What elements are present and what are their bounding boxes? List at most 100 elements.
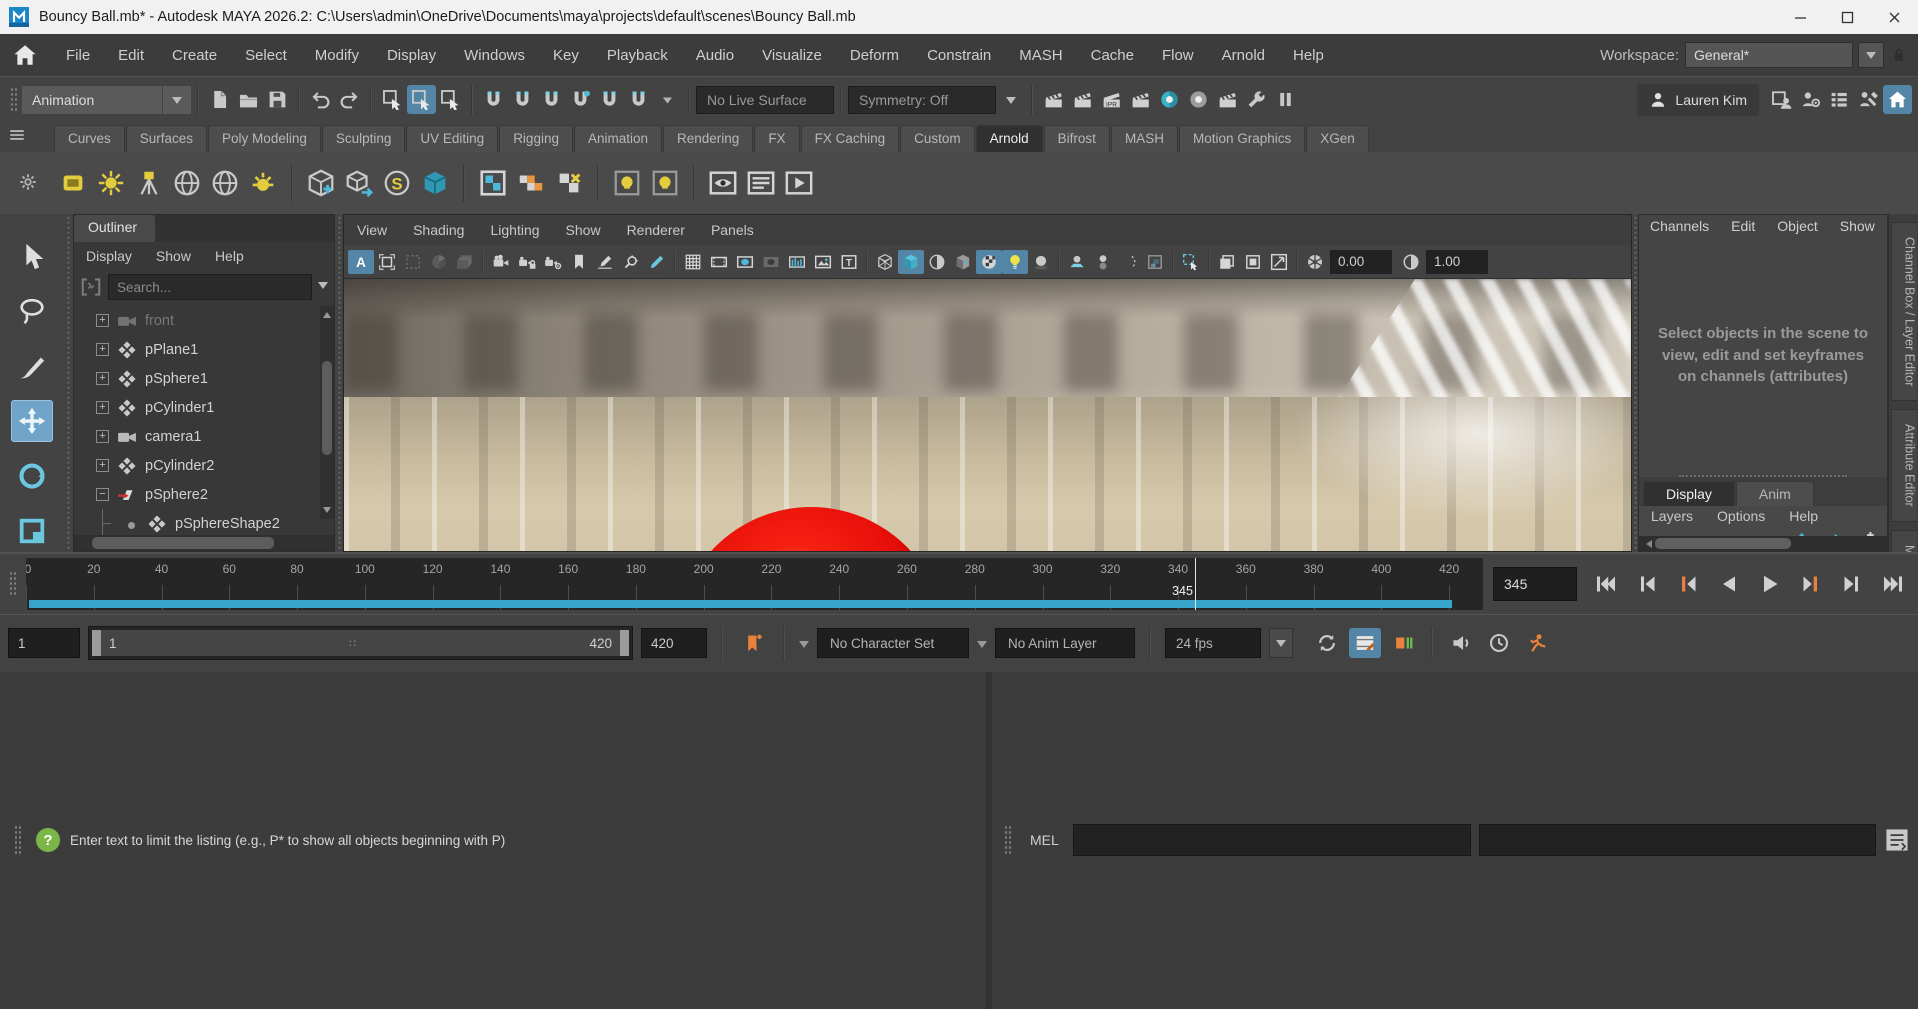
hypershade-icon[interactable]: [1184, 85, 1213, 114]
outliner-item-pSphere1[interactable]: +pSphere1: [74, 364, 334, 393]
line-width-icon[interactable]: [1064, 250, 1090, 274]
timeline-drag-handle[interactable]: [9, 571, 17, 597]
workspace-caret-icon[interactable]: [1858, 42, 1884, 68]
step-back-key-button[interactable]: [1669, 566, 1707, 602]
skydome-light-icon[interactable]: [168, 164, 206, 202]
expander-pCylinder2[interactable]: +: [96, 459, 109, 472]
character-set-caret-icon[interactable]: [799, 641, 809, 653]
snap-to-curves-icon[interactable]: [508, 85, 537, 114]
layer-hscrollbar[interactable]: [1639, 536, 1887, 551]
isolate-view-icon[interactable]: [1240, 250, 1266, 274]
channel-menu-object[interactable]: Object: [1766, 218, 1828, 234]
menu-flow[interactable]: Flow: [1148, 47, 1208, 64]
menu-edit[interactable]: Edit: [104, 47, 158, 64]
range-grip[interactable]: ∷: [349, 637, 357, 650]
exposure-icon[interactable]: [1302, 250, 1328, 274]
close-button[interactable]: [1871, 0, 1918, 34]
render-settings-icon[interactable]: [1155, 85, 1184, 114]
expander-pSphereShape2[interactable]: [126, 517, 139, 530]
shelf-tab-sculpting[interactable]: Sculpting: [322, 125, 406, 152]
menu-file[interactable]: File: [52, 47, 104, 64]
script-editor-icon[interactable]: [1884, 827, 1910, 853]
account-button[interactable]: Lauren Kim: [1637, 84, 1759, 116]
shelf-tab-uv-editing[interactable]: UV Editing: [406, 125, 498, 152]
bookmark-add-icon[interactable]: [737, 628, 769, 658]
light-portal-icon[interactable]: [206, 164, 244, 202]
shelf-tab-surfaces[interactable]: Surfaces: [126, 125, 207, 152]
image-plane-toggle-icon[interactable]: [1266, 250, 1292, 274]
playblast-icon[interactable]: [1349, 628, 1381, 658]
field-chart-icon[interactable]: [784, 250, 810, 274]
area-light-icon[interactable]: [54, 164, 92, 202]
outliner-vscrollbar[interactable]: [320, 306, 334, 519]
expander-camera1[interactable]: +: [96, 430, 109, 443]
redo-icon[interactable]: [335, 85, 364, 114]
lighting-toggle-icon[interactable]: [1002, 250, 1028, 274]
make-live-icon[interactable]: [624, 85, 653, 114]
shelf-tab-fx[interactable]: FX: [754, 125, 799, 152]
pose-editor-icon[interactable]: [1854, 85, 1883, 114]
render-current-frame-icon[interactable]: [1068, 85, 1097, 114]
stage-manager-icon[interactable]: [1767, 85, 1796, 114]
select-tool-icon[interactable]: [11, 235, 53, 277]
launch-render-icon[interactable]: [1213, 85, 1242, 114]
snap-to-points-icon[interactable]: [537, 85, 566, 114]
render-setup-icon[interactable]: [1242, 85, 1271, 114]
volume-icon[interactable]: [416, 164, 454, 202]
character-controls-icon[interactable]: [1796, 85, 1825, 114]
menu-display[interactable]: Display: [373, 47, 450, 64]
menu-set-select[interactable]: Animation: [22, 86, 162, 114]
outliner-menu-show[interactable]: Show: [144, 248, 203, 264]
outliner-item-pCylinder2[interactable]: +pCylinder2: [74, 451, 334, 480]
viewport-menu-show[interactable]: Show: [553, 222, 614, 238]
home-icon[interactable]: [12, 42, 38, 68]
physical-sky-icon[interactable]: [244, 164, 282, 202]
shelf-tab-rendering[interactable]: Rendering: [663, 125, 753, 152]
render-sequence-shelf-icon[interactable]: [780, 164, 818, 202]
anim-layer-caret-icon[interactable]: [977, 641, 987, 653]
select-camera-icon[interactable]: [488, 250, 514, 274]
motion-blur-icon[interactable]: [1142, 250, 1168, 274]
animation-preferences-icon[interactable]: [1521, 628, 1553, 658]
mel-result-field[interactable]: [1479, 824, 1876, 856]
grid-toggle-icon[interactable]: [680, 250, 706, 274]
symmetry-caret-icon[interactable]: [997, 86, 1025, 114]
zoom-select-icon[interactable]: [618, 250, 644, 274]
mesh-light-icon[interactable]: [130, 164, 168, 202]
layer-list-area[interactable]: [1639, 550, 1887, 551]
resolution-gate-icon[interactable]: [732, 250, 758, 274]
ssao-icon[interactable]: [1116, 250, 1142, 274]
viewport-scene[interactable]: [344, 279, 1631, 551]
channel-menu-show[interactable]: Show: [1829, 218, 1886, 234]
panel-splitter-left[interactable]: [63, 214, 73, 552]
expander-pCylinder1[interactable]: +: [96, 401, 109, 414]
menu-key[interactable]: Key: [539, 47, 593, 64]
shelf-tab-motion-graphics[interactable]: Motion Graphics: [1179, 125, 1305, 152]
symmetry-field[interactable]: Symmetry: Off: [848, 86, 996, 114]
expander-front[interactable]: +: [96, 314, 109, 327]
snap-to-view-planes-icon[interactable]: [595, 85, 624, 114]
workspace-select[interactable]: General*: [1685, 42, 1853, 68]
step-forward-key-button[interactable]: [1792, 566, 1830, 602]
standin-icon[interactable]: [302, 164, 340, 202]
time-slider[interactable]: 0204060801001201401601802002202402602803…: [26, 558, 1483, 610]
side-tab-channel-box-layer-editor[interactable]: Channel Box / Layer Editor: [1891, 222, 1917, 401]
new-scene-icon[interactable]: [205, 85, 234, 114]
camera-attributes-icon[interactable]: [540, 250, 566, 274]
expander-pPlane1[interactable]: +: [96, 343, 109, 356]
snap-to-grids-icon[interactable]: [479, 85, 508, 114]
outliner-item-camera1[interactable]: +camera1: [74, 422, 334, 451]
exposure-field[interactable]: 0.00: [1330, 250, 1392, 274]
shelf-tab-curves[interactable]: Curves: [54, 125, 125, 152]
play-forwards-button[interactable]: [1751, 566, 1789, 602]
view-mask-icon[interactable]: [1214, 250, 1240, 274]
select-component-icon[interactable]: [436, 85, 465, 114]
shelf-tab-arnold[interactable]: Arnold: [976, 125, 1043, 152]
isolate-select-icon[interactable]: [1178, 250, 1204, 274]
auto-keyframe-icon[interactable]: [1387, 628, 1419, 658]
range-slider[interactable]: 1 ∷ 420: [88, 626, 633, 660]
menu-cache[interactable]: Cache: [1077, 47, 1148, 64]
home-screen-icon[interactable]: [1883, 85, 1912, 114]
menu-help[interactable]: Help: [1279, 47, 1338, 64]
safe-action-icon[interactable]: [810, 250, 836, 274]
